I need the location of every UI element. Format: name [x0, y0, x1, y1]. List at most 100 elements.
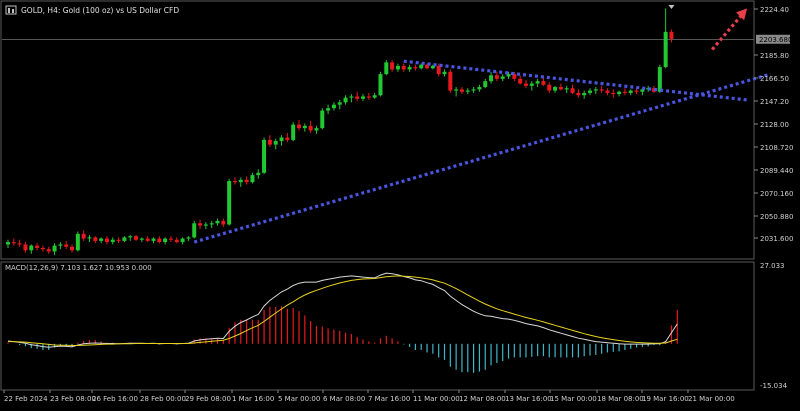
- candle-body: [203, 224, 208, 226]
- candle-body: [588, 90, 592, 93]
- candle-body: [605, 90, 610, 93]
- candle-body: [174, 239, 179, 243]
- candle-body: [483, 81, 488, 88]
- candle-body: [122, 237, 127, 241]
- candle-body: [570, 88, 575, 93]
- time-tick-label: 15 Mar 00:00: [550, 395, 597, 403]
- candle-body: [331, 104, 336, 109]
- candle-body: [628, 90, 633, 93]
- candle-body: [209, 223, 214, 225]
- candle-body: [134, 236, 139, 240]
- time-tick-label: 7 Mar 16:00: [368, 395, 410, 403]
- candle-body: [58, 244, 63, 246]
- candle-body: [6, 242, 10, 245]
- candle-body: [634, 90, 639, 92]
- time-tick-label: 19 Mar 16:00: [642, 395, 689, 403]
- candle-body: [547, 84, 552, 91]
- candle-body: [163, 238, 168, 243]
- candle-body: [553, 87, 558, 91]
- candle: [291, 122, 296, 142]
- time-tick-label: 1 Mar 16:00: [232, 395, 274, 403]
- candle-body: [87, 237, 92, 239]
- candle-body: [582, 92, 587, 96]
- candle-body: [99, 238, 104, 241]
- candle-body: [198, 223, 203, 226]
- candle-body: [256, 172, 261, 176]
- candle-body: [93, 237, 98, 241]
- candle-body: [611, 92, 616, 95]
- candle-body: [110, 239, 115, 243]
- candle-body: [593, 89, 598, 91]
- candle-body: [489, 75, 494, 82]
- candle-body: [407, 67, 412, 70]
- price-tick-label: 2147.20: [760, 98, 789, 106]
- candle-body: [29, 245, 34, 251]
- candle-body: [186, 237, 191, 239]
- candle-body: [180, 238, 185, 243]
- gold-h4-chart: GOLD, H4: Gold (100 oz) vs US Dollar CFD…: [0, 0, 800, 407]
- candle: [227, 178, 232, 226]
- chart-window: GOLD, H4: Gold (100 oz) vs US Dollar CFD…: [0, 0, 800, 407]
- candle: [378, 71, 383, 97]
- candle-body: [599, 89, 604, 91]
- candle-body: [401, 65, 406, 70]
- candle-body: [11, 242, 16, 244]
- price-tick-label: 2224.40: [760, 6, 789, 14]
- candle: [320, 108, 325, 130]
- candle-body: [669, 31, 674, 39]
- price-tick-label: 2031.600: [760, 235, 793, 243]
- candle-body: [390, 62, 395, 70]
- candle-body: [413, 67, 418, 69]
- candle-body: [291, 124, 296, 140]
- candle-body: [558, 87, 563, 90]
- candle-body: [81, 233, 86, 239]
- candle-body: [273, 141, 278, 145]
- chart-title: GOLD, H4: Gold (100 oz) vs US Dollar CFD: [21, 6, 179, 15]
- price-tick-label: 2070.160: [760, 190, 793, 198]
- current-price-label: 2203.680: [759, 36, 792, 44]
- candle-body: [617, 91, 622, 95]
- price-tick-label: 2108.720: [760, 144, 793, 152]
- time-tick-label: 13 Mar 16:00: [505, 395, 552, 403]
- candle-body: [541, 81, 546, 85]
- candle-body: [297, 124, 301, 129]
- price-tick-label: 2185.80: [760, 52, 789, 60]
- candle-body: [337, 102, 342, 105]
- candle-body: [366, 96, 371, 98]
- price-tick-label: 2128.00: [760, 121, 789, 129]
- candle-body: [23, 244, 28, 251]
- time-tick-label: 23 Feb 08:00: [50, 395, 96, 403]
- candle: [448, 69, 453, 93]
- candle-body: [157, 238, 162, 243]
- candle-body: [454, 89, 459, 91]
- candle-body: [221, 220, 226, 225]
- time-tick-label: 11 Mar 00:00: [413, 395, 460, 403]
- candle-body: [128, 236, 133, 238]
- candle: [262, 137, 267, 174]
- candle-body: [104, 238, 109, 243]
- time-tick-label: 29 Feb 08:00: [185, 395, 231, 403]
- candle-body: [17, 243, 22, 245]
- macd-min-label: -15.034: [760, 382, 788, 390]
- candle-body: [384, 62, 389, 75]
- candle-body: [250, 175, 255, 183]
- time-tick-label: 26 Feb 16:00: [92, 395, 138, 403]
- candle-body: [535, 81, 540, 84]
- time-tick-label: 21 Mar 00:00: [688, 395, 735, 403]
- candle-body: [471, 89, 476, 91]
- candle-body: [35, 245, 40, 248]
- candle-body: [326, 108, 331, 111]
- time-tick-label: 6 Mar 08:00: [323, 395, 365, 403]
- candle-body: [343, 97, 348, 103]
- candle-body: [40, 247, 45, 250]
- candle-body: [349, 96, 354, 98]
- time-tick-label: 18 Mar 08:00: [597, 395, 644, 403]
- candle-body: [564, 88, 569, 90]
- candle-body: [523, 83, 528, 86]
- price-tick-label: 2089.440: [760, 167, 793, 175]
- chart-background: [0, 0, 800, 407]
- candle-body: [64, 244, 69, 247]
- macd-max-label: 27.033: [760, 262, 785, 270]
- candle-body: [448, 71, 453, 91]
- price-tick-label: 2050.880: [760, 213, 793, 221]
